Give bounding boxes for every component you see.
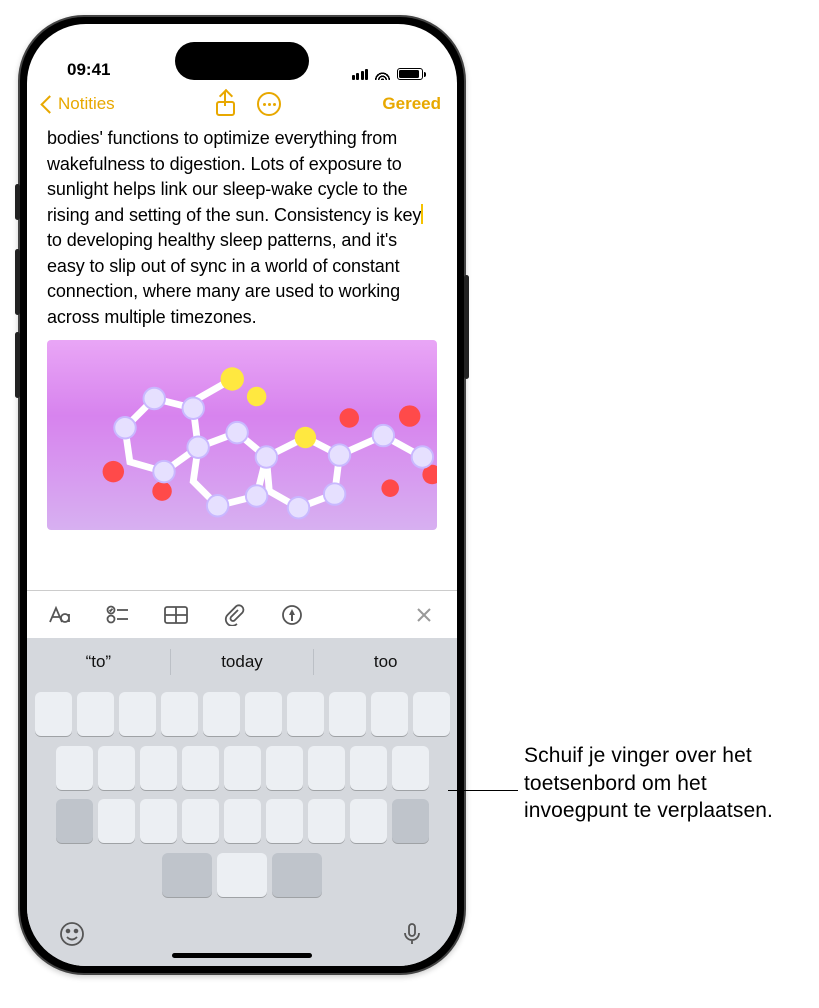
blank-key[interactable]	[371, 692, 408, 736]
blank-key[interactable]	[161, 692, 198, 736]
blank-key[interactable]	[308, 799, 345, 843]
nav-bar: Notities Gereed	[27, 82, 457, 126]
battery-icon	[397, 68, 423, 80]
note-image-molecule[interactable]	[47, 340, 437, 530]
blank-key[interactable]	[266, 746, 303, 790]
blank-key[interactable]	[245, 692, 282, 736]
suggestion-right[interactable]: too	[314, 652, 457, 672]
side-button-vol-down	[15, 332, 20, 398]
more-icon[interactable]	[257, 92, 281, 116]
note-text-after-cursor: to developing healthy sleep patterns, an…	[47, 230, 400, 327]
blank-key[interactable]	[98, 799, 135, 843]
blank-key[interactable]	[224, 746, 261, 790]
table-button[interactable]	[151, 597, 201, 633]
blank-key[interactable]	[77, 692, 114, 736]
suggestion-center[interactable]: today	[171, 652, 314, 672]
chevron-left-icon	[40, 95, 58, 113]
blank-key[interactable]	[162, 853, 212, 897]
blank-key[interactable]	[308, 746, 345, 790]
blank-key[interactable]	[56, 746, 93, 790]
spacebar-key[interactable]	[217, 853, 267, 897]
markup-button[interactable]	[267, 597, 317, 633]
blank-key[interactable]	[140, 799, 177, 843]
blank-key[interactable]	[98, 746, 135, 790]
blank-key[interactable]	[350, 799, 387, 843]
blank-key[interactable]	[119, 692, 156, 736]
suggestion-left[interactable]: “to”	[27, 652, 170, 672]
side-button-mute	[15, 184, 20, 220]
blank-key[interactable]	[203, 692, 240, 736]
dictation-button[interactable]	[398, 920, 426, 948]
blank-key[interactable]	[266, 799, 303, 843]
suggestion-bar: “to” today too	[27, 638, 457, 686]
nav-actions	[216, 92, 281, 116]
close-toolbar-button[interactable]	[399, 597, 449, 633]
emoji-button[interactable]	[58, 920, 86, 948]
wifi-icon	[374, 68, 391, 80]
side-button-vol-up	[15, 249, 20, 315]
done-button[interactable]: Gereed	[382, 94, 441, 114]
blank-key[interactable]	[56, 799, 93, 843]
molecule-illustration	[47, 340, 437, 525]
blank-key[interactable]	[140, 746, 177, 790]
status-icons	[352, 68, 424, 80]
back-label: Notities	[58, 94, 115, 114]
blank-key[interactable]	[287, 692, 324, 736]
blank-key[interactable]	[182, 799, 219, 843]
share-icon[interactable]	[216, 92, 235, 116]
note-content[interactable]: bodies' functions to optimize everything…	[27, 126, 457, 590]
blank-key[interactable]	[182, 746, 219, 790]
note-text-before-cursor: bodies' functions to optimize everything…	[47, 128, 421, 225]
text-cursor	[421, 204, 423, 224]
blank-key[interactable]	[224, 799, 261, 843]
blank-key[interactable]	[392, 799, 429, 843]
status-time: 09:41	[67, 60, 110, 80]
iphone-frame: 09:41 Notities Gereed bodies' functions …	[18, 15, 466, 975]
back-button[interactable]: Notities	[43, 94, 115, 114]
cellular-icon	[352, 69, 369, 80]
callout-leader-line	[448, 790, 518, 791]
callout-text: Schuif je vinger over het toetsenbord om…	[524, 742, 794, 825]
dynamic-island	[175, 42, 309, 80]
blank-key[interactable]	[329, 692, 366, 736]
blank-key[interactable]	[272, 853, 322, 897]
home-indicator[interactable]	[172, 953, 312, 958]
blank-key[interactable]	[413, 692, 450, 736]
blank-key[interactable]	[350, 746, 387, 790]
format-toolbar	[27, 590, 457, 638]
attachment-button[interactable]	[209, 597, 259, 633]
text-format-button[interactable]	[35, 597, 85, 633]
keyboard-trackpad-mode[interactable]	[27, 686, 457, 966]
checklist-button[interactable]	[93, 597, 143, 633]
blank-key[interactable]	[35, 692, 72, 736]
screen: 09:41 Notities Gereed bodies' functions …	[27, 24, 457, 966]
side-button-power	[464, 275, 469, 379]
blank-key[interactable]	[392, 746, 429, 790]
